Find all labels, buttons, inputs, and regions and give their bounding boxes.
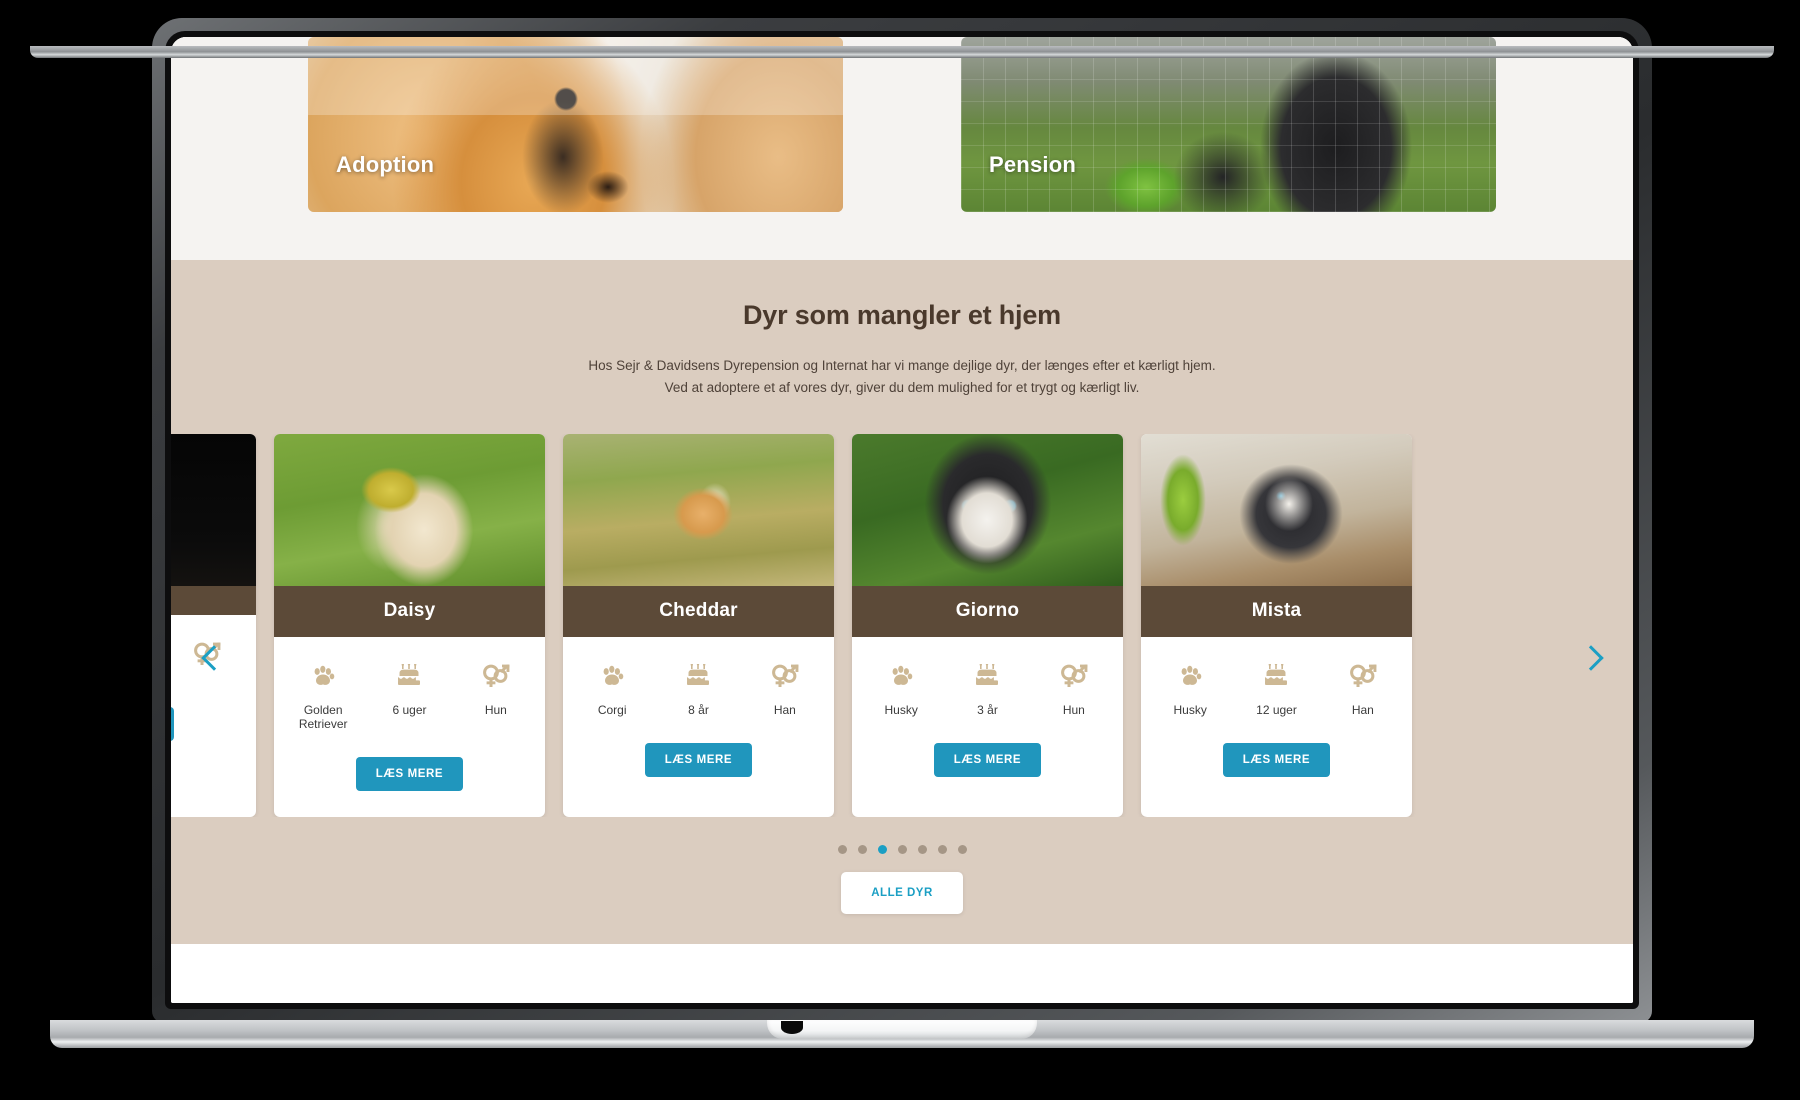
pet-age-value: 12 uger bbox=[1256, 702, 1297, 717]
read-more-button[interactable]: LÆS MERE bbox=[171, 706, 175, 741]
chevron-left-icon bbox=[200, 644, 227, 671]
pet-attr-age: 3 år bbox=[944, 661, 1030, 717]
gender-icon bbox=[453, 661, 539, 691]
pet-breed-value: Husky bbox=[884, 702, 918, 717]
section-title: Dyr som mangler et hjem bbox=[742, 300, 1061, 330]
pet-attributes: Golden Retriever 6 uger Hun bbox=[274, 637, 545, 731]
pagination-dot[interactable] bbox=[917, 844, 927, 854]
pet-attr-gender: Hun bbox=[1031, 661, 1117, 717]
read-more-button[interactable]: LÆS MERE bbox=[1222, 742, 1331, 777]
banner-label-pension: Pension bbox=[989, 152, 1076, 177]
birthday-cake-icon bbox=[366, 661, 452, 691]
adoption-section: Dyr som mangler et hjem Hos Sejr & David… bbox=[171, 260, 1633, 944]
all-animals-button[interactable]: ALLE DYR bbox=[841, 871, 963, 914]
read-more-button[interactable]: LÆS MERE bbox=[355, 756, 464, 791]
pet-attributes: Husky bbox=[852, 637, 1123, 717]
pet-breed-value: Golden Retriever bbox=[298, 702, 348, 731]
birthday-cake-icon bbox=[1233, 661, 1319, 691]
pet-gender-value: Hun bbox=[1062, 702, 1085, 717]
pet-card[interactable]: Mista Husky 12 uger Han LÆS MERE bbox=[1141, 433, 1412, 817]
paw-icon bbox=[858, 661, 944, 691]
banner-card-adoption[interactable]: Adoption bbox=[308, 37, 843, 212]
pet-photo bbox=[563, 433, 834, 586]
carousel-next-button[interactable] bbox=[1571, 636, 1615, 680]
pet-gender-value: Han bbox=[1351, 702, 1374, 717]
category-banner-strip: Adoption Pension bbox=[171, 37, 1633, 260]
read-more-button[interactable]: LÆS MERE bbox=[933, 742, 1042, 777]
banner-card-pension[interactable]: Pension bbox=[961, 37, 1496, 212]
pet-name: Cheddar bbox=[563, 585, 834, 637]
pet-name: Daisy bbox=[274, 585, 545, 637]
pet-name bbox=[171, 585, 256, 615]
pet-attr-breed: Husky bbox=[858, 661, 944, 717]
pet-age-value: 3 år bbox=[977, 702, 998, 717]
pet-breed-value: Corgi bbox=[597, 702, 627, 717]
pet-attr-breed: Husky bbox=[1147, 661, 1233, 717]
paw-icon bbox=[1147, 661, 1233, 691]
pet-attr-breed: Golden Retriever bbox=[280, 661, 366, 731]
pet-photo bbox=[1141, 433, 1412, 586]
pet-attr-age: 12 uger bbox=[1233, 661, 1319, 717]
laptop-mockup: Adoption Pension Dyr som mangler et hjem bbox=[30, 18, 1774, 1048]
gender-icon bbox=[742, 661, 828, 691]
carousel-prev-button[interactable] bbox=[189, 636, 233, 680]
pet-attributes: Husky bbox=[1141, 637, 1412, 717]
paw-icon bbox=[569, 661, 655, 691]
laptop-base bbox=[50, 1020, 1754, 1048]
pet-name: Giorno bbox=[852, 585, 1123, 637]
pet-card[interactable]: Daisy Golden Retriever 6 uger Hun LÆS ME… bbox=[274, 433, 545, 817]
laptop-base-notch bbox=[767, 1020, 1037, 1039]
pet-age-value: 8 år bbox=[688, 702, 709, 717]
carousel-track[interactable]: LÆS MERE Daisy bbox=[171, 433, 1633, 817]
laptop-base-foot bbox=[30, 46, 1774, 58]
birthday-cake-icon bbox=[655, 661, 741, 691]
pet-attr-age: 6 uger bbox=[366, 661, 452, 731]
pagination-dot[interactable] bbox=[937, 844, 947, 854]
pet-card[interactable]: Cheddar Corgi 8 år Han LÆS MERE bbox=[563, 433, 834, 817]
pet-gender-value: Hun bbox=[484, 702, 507, 717]
pet-photo bbox=[852, 433, 1123, 586]
pagination-dot[interactable] bbox=[897, 844, 907, 854]
chevron-right-icon bbox=[1577, 644, 1604, 671]
pet-attr-gender: Han bbox=[742, 661, 828, 717]
pet-photo bbox=[171, 433, 256, 586]
pet-attr-gender: Han bbox=[1320, 661, 1406, 717]
section-description-line-1: Hos Sejr & Davidsens Dyrepension og Inte… bbox=[588, 358, 1216, 373]
pet-attr-age: 8 år bbox=[655, 661, 741, 717]
pet-name: Mista bbox=[1141, 585, 1412, 637]
all-animals-wrapper: ALLE DYR bbox=[171, 871, 1633, 944]
section-description: Hos Sejr & Davidsens Dyrepension og Inte… bbox=[171, 355, 1633, 400]
pet-attributes: Corgi 8 år Han bbox=[563, 637, 834, 717]
pet-breed-value: Husky bbox=[1173, 702, 1207, 717]
pet-photo bbox=[274, 433, 545, 586]
paw-icon bbox=[280, 661, 366, 691]
pet-card[interactable]: Giorno Husky 3 år Hun LÆS MERE bbox=[852, 433, 1123, 817]
section-description-line-2: Ved at adoptere et af vores dyr, giver d… bbox=[664, 380, 1140, 396]
pagination-dot-active[interactable] bbox=[877, 844, 887, 854]
pension-banner-image bbox=[961, 37, 1496, 212]
pagination-dot[interactable] bbox=[857, 844, 867, 854]
pagination-dot[interactable] bbox=[837, 844, 847, 854]
pet-attr-gender: Hun bbox=[453, 661, 539, 731]
banner-label-adoption: Adoption bbox=[336, 152, 435, 177]
gender-icon bbox=[1320, 661, 1406, 691]
read-more-button[interactable]: LÆS MERE bbox=[644, 742, 753, 777]
carousel-pagination bbox=[171, 844, 1633, 854]
laptop-bezel: Adoption Pension Dyr som mangler et hjem bbox=[165, 31, 1639, 1009]
birthday-cake-icon bbox=[944, 661, 1030, 691]
pet-card[interactable]: LÆS MERE bbox=[171, 433, 256, 817]
webpage: Adoption Pension Dyr som mangler et hjem bbox=[171, 37, 1633, 1003]
screenshot-stage: Adoption Pension Dyr som mangler et hjem bbox=[0, 0, 1800, 1100]
pagination-dot[interactable] bbox=[957, 844, 967, 854]
laptop-lid: Adoption Pension Dyr som mangler et hjem bbox=[152, 18, 1652, 1023]
pet-gender-value: Han bbox=[773, 702, 796, 717]
pet-age-value: 6 uger bbox=[392, 702, 427, 717]
gender-icon bbox=[1031, 661, 1117, 691]
laptop-screen: Adoption Pension Dyr som mangler et hjem bbox=[171, 37, 1633, 1003]
pet-carousel: LÆS MERE Daisy bbox=[171, 433, 1633, 817]
pet-attr-breed: Corgi bbox=[569, 661, 655, 717]
